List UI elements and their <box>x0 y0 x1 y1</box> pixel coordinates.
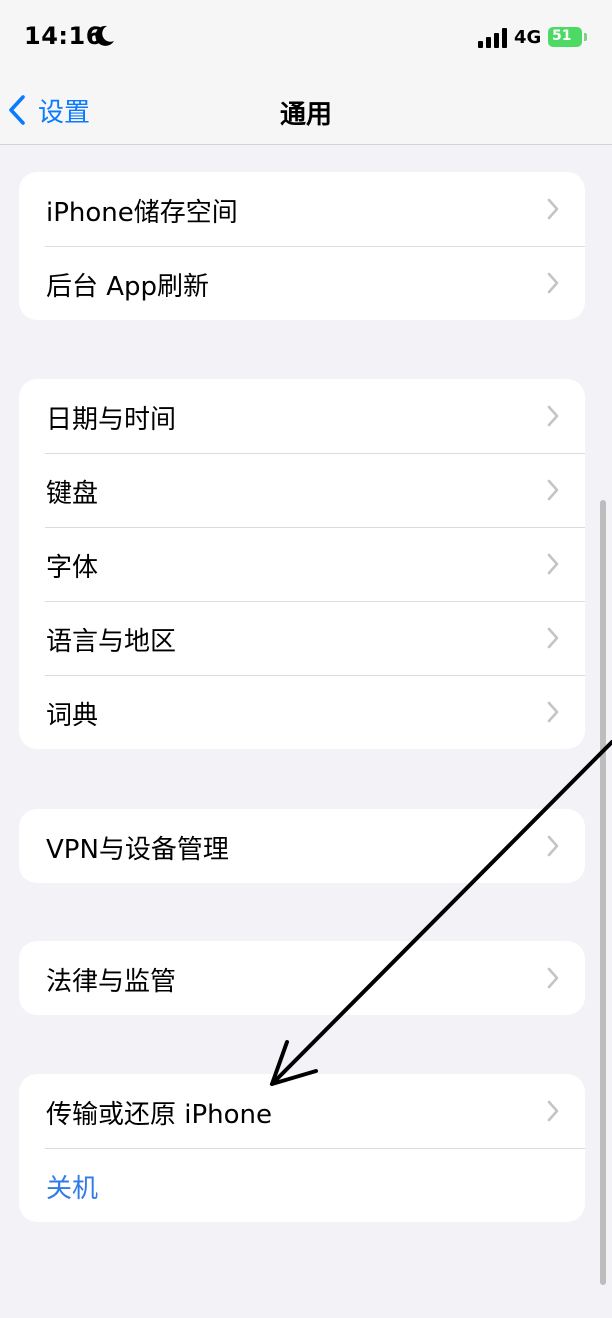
settings-group-vpn: VPN与设备管理 <box>19 809 585 883</box>
row-label: 词典 <box>46 701 99 731</box>
row-legal-regulatory[interactable]: 法律与监管 <box>19 941 585 1015</box>
battery-icon: 51 <box>548 27 588 49</box>
row-keyboard[interactable]: 键盘 <box>19 453 585 527</box>
row-label: 关机 <box>46 1174 99 1204</box>
scroll-indicator <box>600 500 606 1285</box>
battery-cap <box>584 33 587 41</box>
row-shut-down[interactable]: 关机 <box>19 1148 585 1222</box>
chevron-right-icon <box>547 553 559 575</box>
row-label: VPN与设备管理 <box>46 835 229 865</box>
signal-icon <box>478 28 507 48</box>
row-label: 法律与监管 <box>46 967 177 997</box>
battery-level: 51 <box>552 28 572 44</box>
row-label: 键盘 <box>46 479 99 509</box>
chevron-right-icon <box>547 701 559 723</box>
row-date-time[interactable]: 日期与时间 <box>19 379 585 453</box>
row-transfer-reset-iphone[interactable]: 传输或还原 iPhone <box>19 1074 585 1148</box>
nav-bar: 设置 通用 <box>0 76 612 145</box>
row-iphone-storage[interactable]: iPhone储存空间 <box>19 172 585 246</box>
network-type: 4G <box>514 27 542 48</box>
chevron-right-icon <box>547 405 559 427</box>
chevron-right-icon <box>547 627 559 649</box>
page-title: 通用 <box>279 100 332 130</box>
settings-group-storage: iPhone储存空间 后台 App刷新 <box>19 172 585 320</box>
chevron-right-icon <box>547 198 559 220</box>
chevron-right-icon <box>547 272 559 294</box>
chevron-right-icon <box>547 835 559 857</box>
row-fonts[interactable]: 字体 <box>19 527 585 601</box>
settings-group-locale: 日期与时间 键盘 字体 语言与地区 词典 <box>19 379 585 749</box>
chevron-right-icon <box>547 1100 559 1122</box>
row-label: 传输或还原 iPhone <box>46 1100 273 1130</box>
row-label: 语言与地区 <box>46 627 177 657</box>
battery-body: 51 <box>548 27 582 47</box>
chevron-right-icon <box>547 479 559 501</box>
settings-group-legal: 法律与监管 <box>19 941 585 1015</box>
moon-icon <box>95 25 114 46</box>
row-background-app-refresh[interactable]: 后台 App刷新 <box>19 246 585 320</box>
chevron-right-icon <box>547 967 559 989</box>
row-label: 字体 <box>46 553 99 583</box>
row-label: 后台 App刷新 <box>46 272 210 302</box>
row-label: iPhone储存空间 <box>46 198 238 228</box>
row-vpn-device-management[interactable]: VPN与设备管理 <box>19 809 585 883</box>
row-label: 日期与时间 <box>46 405 177 435</box>
status-bar: 14:16 4G 51 <box>0 0 612 76</box>
settings-group-reset: 传输或还原 iPhone 关机 <box>19 1074 585 1222</box>
row-language-region[interactable]: 语言与地区 <box>19 601 585 675</box>
row-dictionary[interactable]: 词典 <box>19 675 585 749</box>
